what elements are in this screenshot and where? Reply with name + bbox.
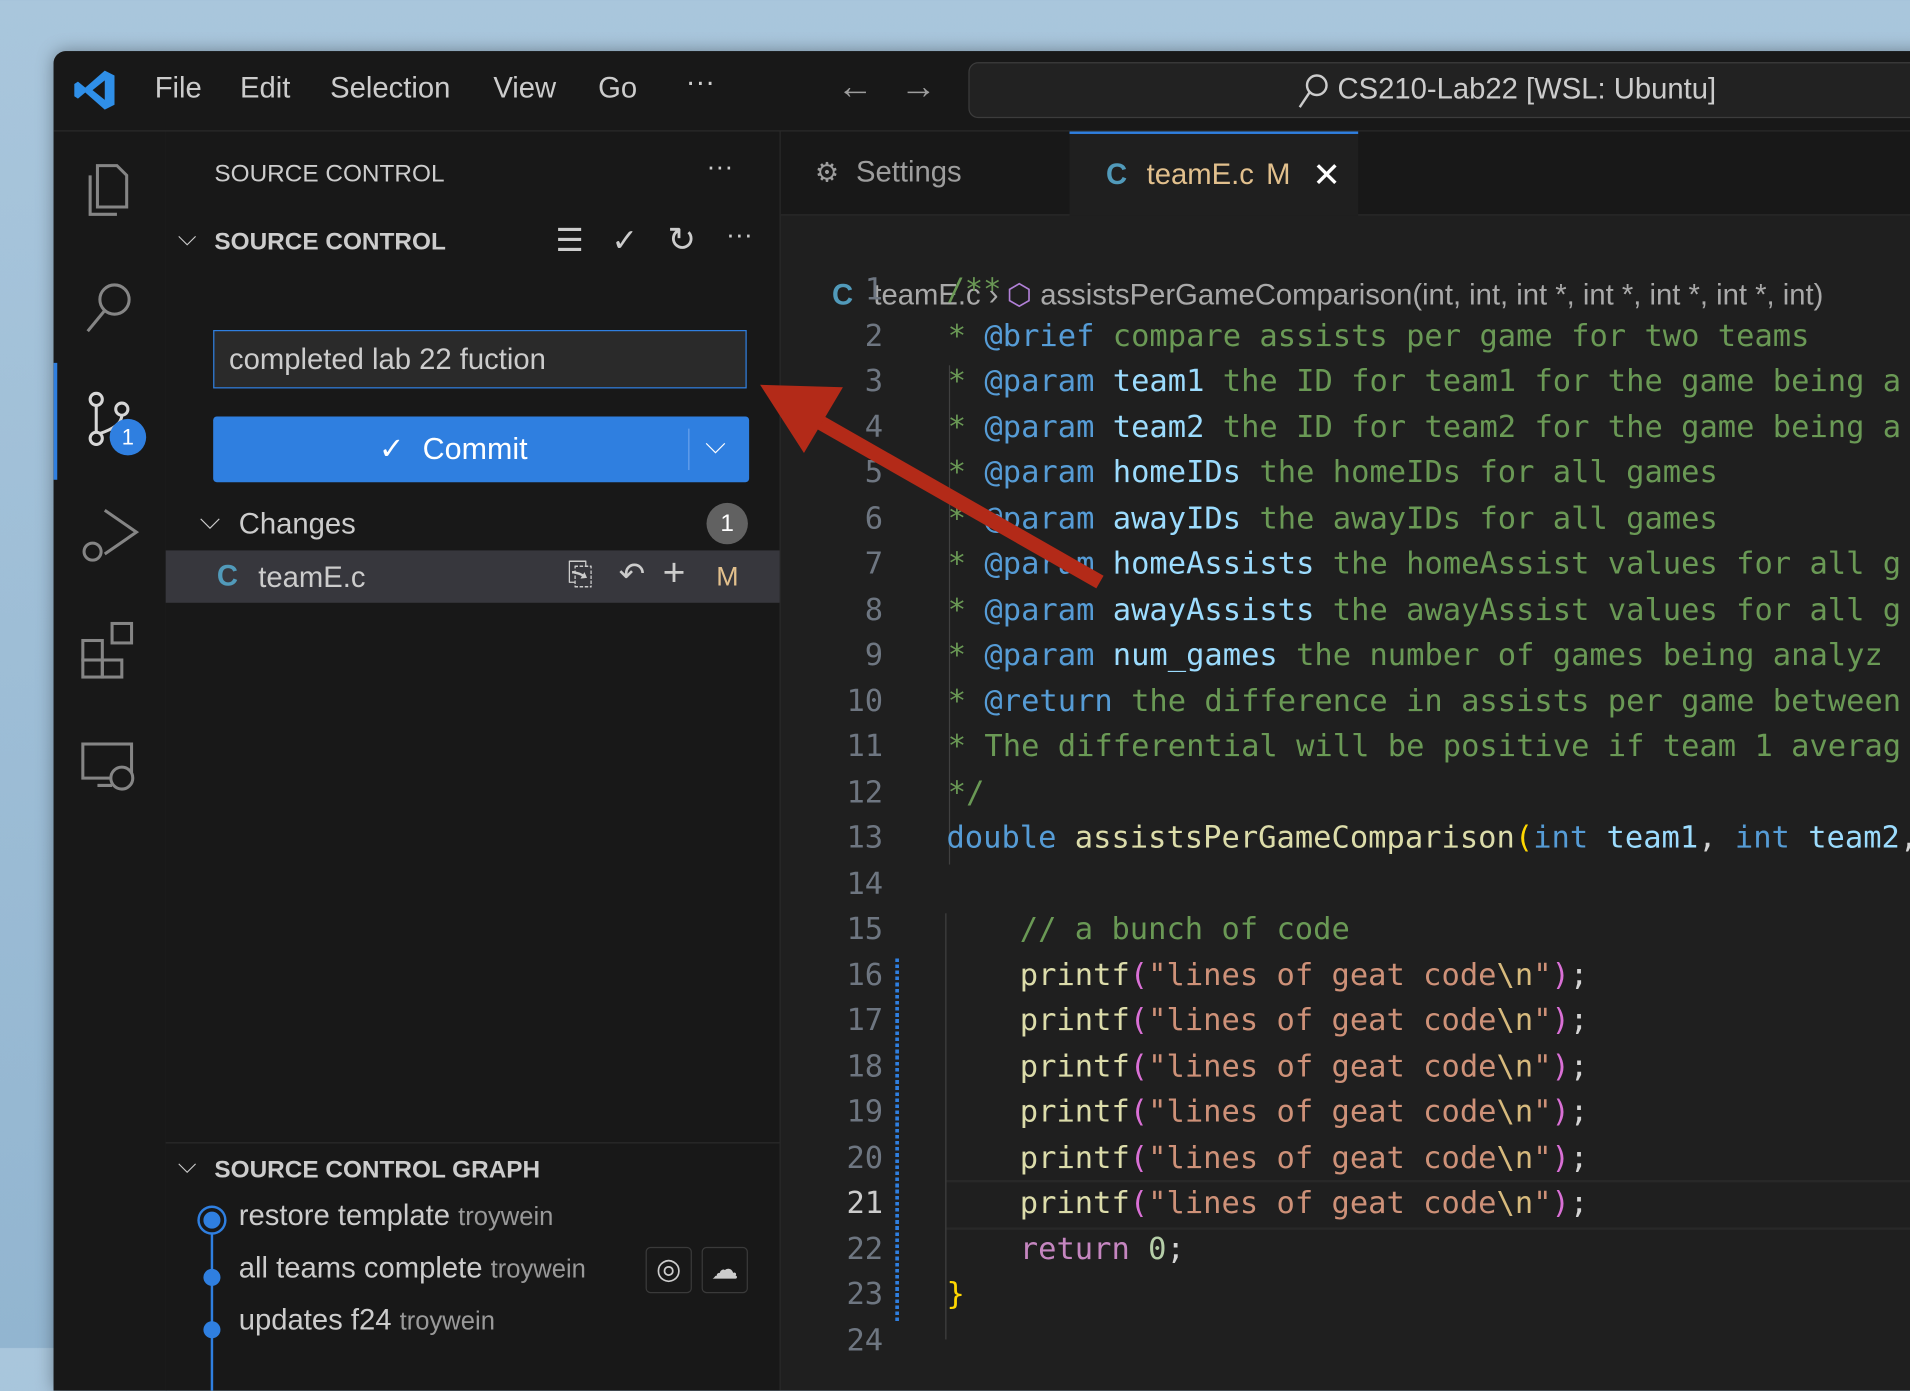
annotation-arrow [760, 384, 1104, 589]
